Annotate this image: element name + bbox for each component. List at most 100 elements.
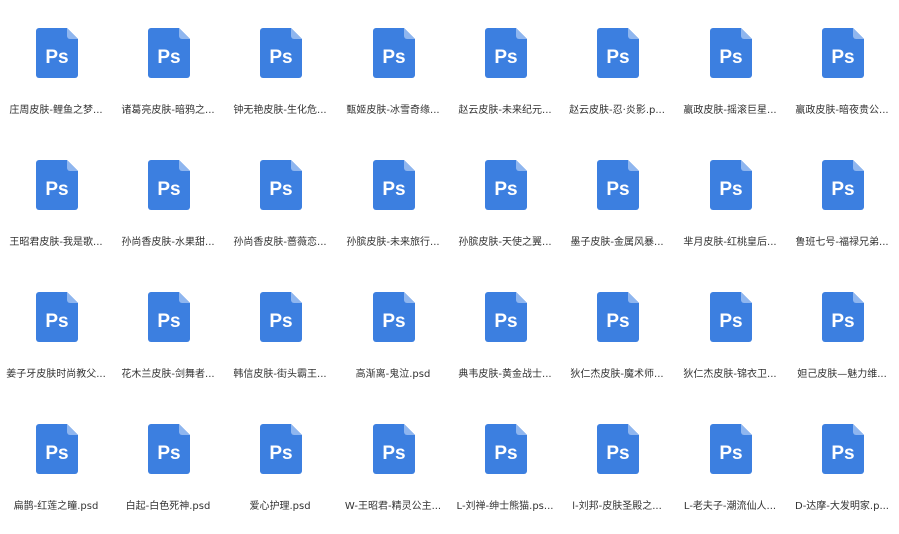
file-row: Ps 庄周皮肤-鲤鱼之梦... Ps 诸葛亮皮肤-暗鸦之... Ps 钟无艳皮肤-生化危.…	[0, 0, 899, 132]
file-item[interactable]: Ps 诸葛亮皮肤-暗鸦之...	[112, 0, 224, 132]
file-item[interactable]: Ps 姜子牙皮肤时尚教父...	[0, 264, 112, 396]
file-item[interactable]: Ps 赵云皮肤-未来纪元...	[449, 0, 561, 132]
file-name: 孙尚香皮肤-蔷薇恋...	[233, 237, 327, 248]
photoshop-file-icon: Ps	[148, 424, 190, 474]
file-item[interactable]: Ps 嬴政皮肤-摇滚巨星...	[674, 0, 786, 132]
ps-icon-label: Ps	[606, 443, 629, 464]
ps-icon-label: Ps	[157, 311, 180, 332]
photoshop-file-icon: Ps	[148, 160, 190, 210]
file-name: 典韦皮肤-黄金战士...	[458, 369, 552, 380]
photoshop-file-icon: Ps	[822, 424, 864, 474]
file-item[interactable]: Ps 赵云皮肤-忍·炎影.p...	[561, 0, 673, 132]
file-name: 嬴政皮肤-暗夜贵公...	[795, 105, 889, 116]
photoshop-file-icon: Ps	[485, 160, 527, 210]
file-item[interactable]: Ps 白起-白色死神.psd	[112, 396, 224, 528]
photoshop-file-icon: Ps	[485, 292, 527, 342]
photoshop-file-icon: Ps	[822, 160, 864, 210]
ps-icon-label: Ps	[606, 47, 629, 68]
photoshop-file-icon: Ps	[373, 160, 415, 210]
file-item[interactable]: Ps 狄仁杰皮肤-锦衣卫...	[674, 264, 786, 396]
file-item[interactable]: Ps 王昭君皮肤-我是歌...	[0, 132, 112, 264]
file-item[interactable]: Ps 孙膑皮肤-未来旅行...	[337, 132, 449, 264]
file-name: 庄周皮肤-鲤鱼之梦...	[9, 105, 103, 116]
file-row: Ps 扁鹊-红莲之瞳.psd Ps 白起-白色死神.psd Ps 爱心护理.psd Ps W-…	[0, 396, 899, 528]
file-name: 墨子皮肤-金属风暴...	[570, 237, 664, 248]
file-item[interactable]: Ps 爱心护理.psd	[224, 396, 336, 528]
photoshop-file-icon: Ps	[36, 28, 78, 78]
file-item[interactable]: Ps l-刘邦-皮肤圣殿之...	[561, 396, 673, 528]
file-name: 赵云皮肤-未来纪元...	[458, 105, 552, 116]
ps-icon-label: Ps	[606, 311, 629, 332]
photoshop-file-icon: Ps	[260, 424, 302, 474]
photoshop-file-icon: Ps	[710, 424, 752, 474]
ps-icon-label: Ps	[494, 47, 517, 68]
file-item[interactable]: Ps 墨子皮肤-金属风暴...	[561, 132, 673, 264]
ps-icon-label: Ps	[494, 443, 517, 464]
file-item[interactable]: Ps 花木兰皮肤-剑舞者...	[112, 264, 224, 396]
file-name: 花木兰皮肤-剑舞者...	[121, 369, 215, 380]
ps-icon-label: Ps	[269, 311, 292, 332]
file-name: L-老夫子-潮流仙人...	[683, 501, 777, 512]
file-item[interactable]: Ps 孙膑皮肤-天使之翼...	[449, 132, 561, 264]
file-name: 爱心护理.psd	[249, 501, 311, 512]
file-item[interactable]: Ps 孙尚香皮肤-水果甜...	[112, 132, 224, 264]
ps-icon-label: Ps	[157, 47, 180, 68]
photoshop-file-icon: Ps	[260, 28, 302, 78]
ps-icon-label: Ps	[45, 47, 68, 68]
file-name: 甄姬皮肤-冰雪奇缘...	[346, 105, 440, 116]
file-name: 韩信皮肤-街头霸王...	[233, 369, 327, 380]
file-name: 王昭君皮肤-我是歌...	[9, 237, 103, 248]
photoshop-file-icon: Ps	[148, 292, 190, 342]
ps-icon-label: Ps	[382, 311, 405, 332]
photoshop-file-icon: Ps	[148, 28, 190, 78]
file-row: Ps 姜子牙皮肤时尚教父... Ps 花木兰皮肤-剑舞者... Ps 韩信皮肤-街头霸王.…	[0, 264, 899, 396]
photoshop-file-icon: Ps	[710, 292, 752, 342]
ps-icon-label: Ps	[157, 443, 180, 464]
file-item[interactable]: Ps W-王昭君-精灵公主...	[337, 396, 449, 528]
photoshop-file-icon: Ps	[822, 292, 864, 342]
file-grid: Ps 庄周皮肤-鲤鱼之梦... Ps 诸葛亮皮肤-暗鸦之... Ps 钟无艳皮肤-生化危.…	[0, 0, 899, 534]
file-name: l-刘邦-皮肤圣殿之...	[572, 501, 662, 512]
ps-icon-label: Ps	[269, 179, 292, 200]
file-item[interactable]: Ps 钟无艳皮肤-生化危...	[224, 0, 336, 132]
ps-icon-label: Ps	[382, 47, 405, 68]
photoshop-file-icon: Ps	[373, 292, 415, 342]
file-item[interactable]: Ps D-达摩-大发明家.p...	[786, 396, 898, 528]
ps-icon-label: Ps	[157, 179, 180, 200]
ps-icon-label: Ps	[494, 311, 517, 332]
file-item[interactable]: Ps 扁鹊-红莲之瞳.psd	[0, 396, 112, 528]
file-item[interactable]: Ps L-老夫子-潮流仙人...	[674, 396, 786, 528]
photoshop-file-icon: Ps	[597, 292, 639, 342]
file-item[interactable]: Ps 妲己皮肤—魅力维...	[786, 264, 898, 396]
file-name: 孙尚香皮肤-水果甜...	[121, 237, 215, 248]
file-item[interactable]: Ps 高渐离-鬼泣.psd	[337, 264, 449, 396]
ps-icon-label: Ps	[494, 179, 517, 200]
ps-icon-label: Ps	[719, 179, 742, 200]
file-item[interactable]: Ps 狄仁杰皮肤-魔术师...	[561, 264, 673, 396]
ps-icon-label: Ps	[45, 311, 68, 332]
ps-icon-label: Ps	[719, 47, 742, 68]
file-item[interactable]: Ps 嬴政皮肤-暗夜贵公...	[786, 0, 898, 132]
photoshop-file-icon: Ps	[597, 424, 639, 474]
file-item[interactable]: Ps 甄姬皮肤-冰雪奇缘...	[337, 0, 449, 132]
file-name: 诸葛亮皮肤-暗鸦之...	[121, 105, 215, 116]
ps-icon-label: Ps	[45, 443, 68, 464]
ps-icon-label: Ps	[719, 311, 742, 332]
photoshop-file-icon: Ps	[36, 424, 78, 474]
file-name: 嬴政皮肤-摇滚巨星...	[683, 105, 777, 116]
file-item[interactable]: Ps L-刘禅-绅士熊猫.ps...	[449, 396, 561, 528]
file-name: 白起-白色死神.psd	[125, 501, 211, 512]
photoshop-file-icon: Ps	[710, 28, 752, 78]
file-name: 狄仁杰皮肤-魔术师...	[570, 369, 664, 380]
file-name: D-达摩-大发明家.p...	[795, 501, 889, 512]
file-item[interactable]: Ps 孙尚香皮肤-蔷薇恋...	[224, 132, 336, 264]
ps-icon-label: Ps	[45, 179, 68, 200]
file-name: L-刘禅-绅士熊猫.ps...	[456, 501, 554, 512]
file-item[interactable]: Ps 韩信皮肤-街头霸王...	[224, 264, 336, 396]
file-item[interactable]: Ps 鲁班七号-福禄兄弟...	[786, 132, 898, 264]
ps-icon-label: Ps	[831, 311, 854, 332]
file-item[interactable]: Ps 庄周皮肤-鲤鱼之梦...	[0, 0, 112, 132]
file-item[interactable]: Ps 芈月皮肤-红桃皇后...	[674, 132, 786, 264]
file-item[interactable]: Ps 典韦皮肤-黄金战士...	[449, 264, 561, 396]
ps-icon-label: Ps	[382, 443, 405, 464]
